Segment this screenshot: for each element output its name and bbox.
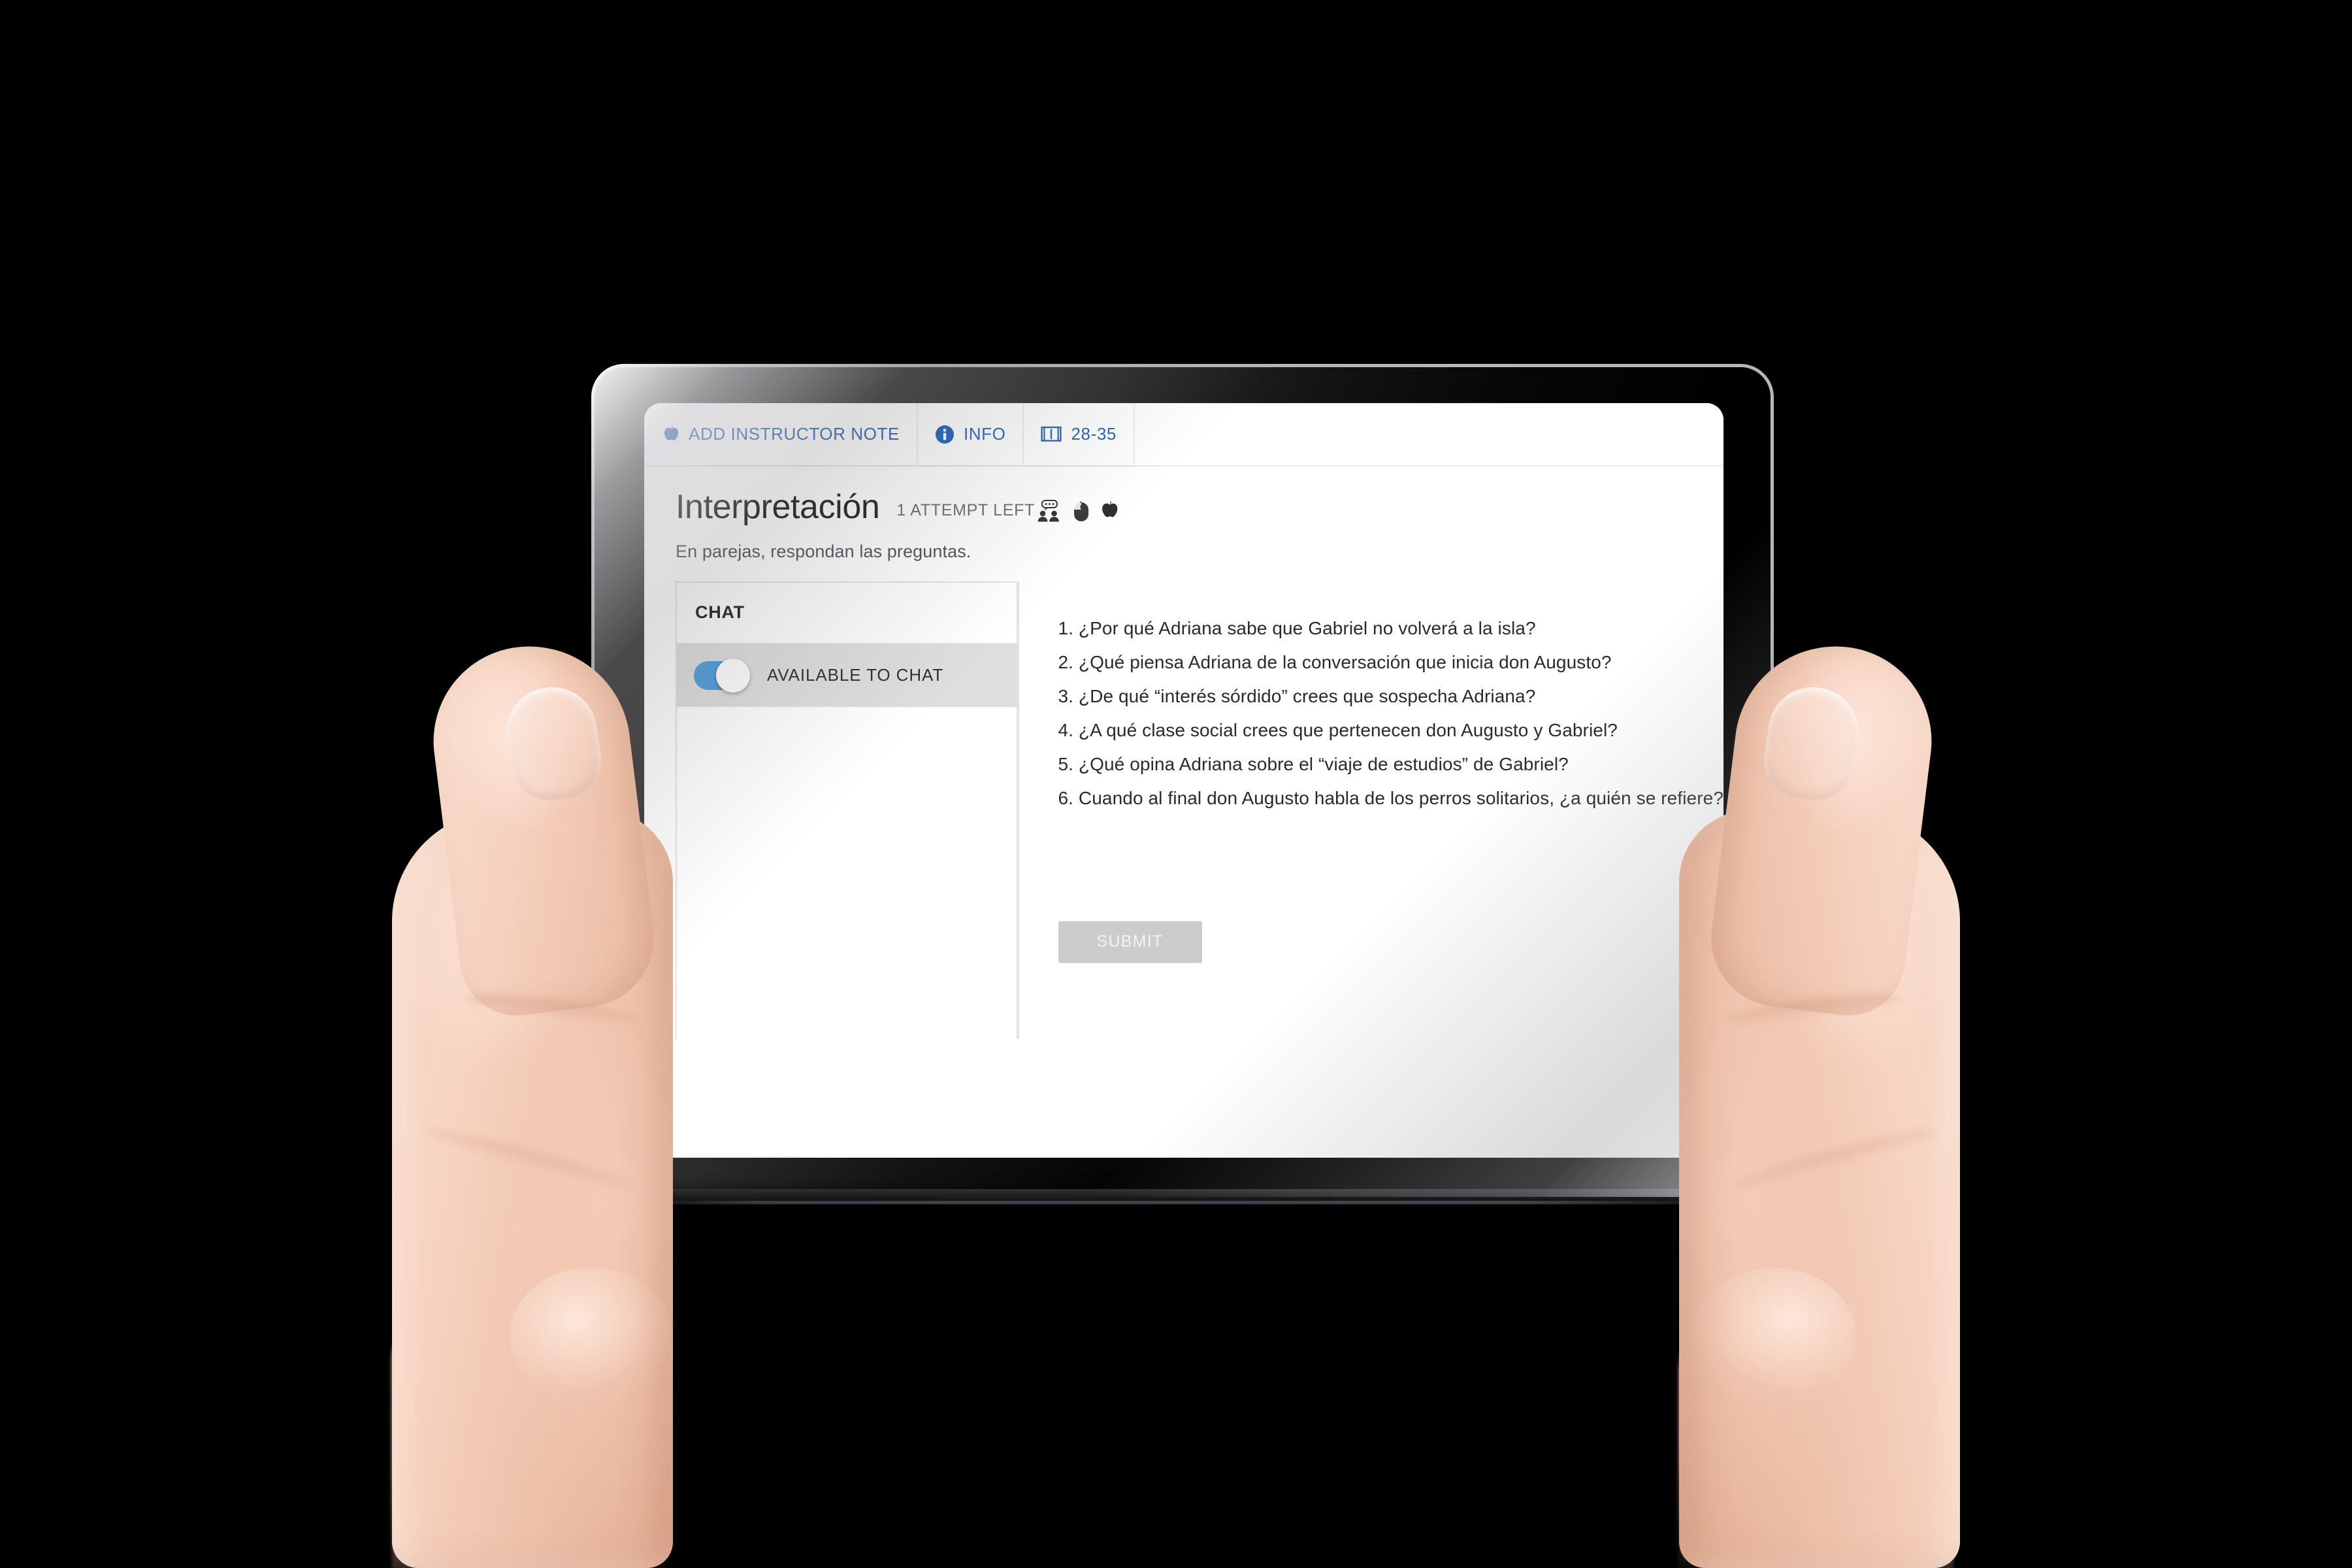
info-label: INFO	[963, 424, 1006, 444]
info-button[interactable]: INFO	[917, 403, 1024, 465]
right-forearm	[1679, 1313, 1953, 1568]
add-instructor-note-button[interactable]: ADD INSTRUCTOR NOTE	[644, 403, 918, 465]
left-forearm	[392, 1313, 666, 1568]
tablet-edge-highlight	[640, 1201, 1731, 1204]
question-item: 4. ¿A qué clase social crees que pertene…	[1058, 719, 1618, 740]
questions-list: 1. ¿Por qué Adriana sabe que Gabriel no …	[1058, 581, 1724, 808]
activity-body: CHAT AVAILABLE TO CHAT 1. ¿Por qué Adria…	[676, 581, 1724, 1040]
question-item: 3. ¿De qué “interés sórdido” crees que s…	[1058, 685, 1536, 706]
available-to-chat-row[interactable]: AVAILABLE TO CHAT	[677, 644, 1017, 707]
open-book-icon	[1041, 425, 1062, 443]
activity-instructions: En parejas, respondan las preguntas.	[676, 541, 972, 561]
question-item: 1. ¿Por qué Adriana sabe que Gabriel no …	[1058, 617, 1536, 638]
toggle-knob	[716, 658, 750, 693]
activity-header: Interpretación 1 ATTEMPT LEFT	[644, 466, 1723, 525]
left-thumbnail	[500, 681, 606, 806]
pair-work-icon	[1036, 499, 1062, 522]
chat-panel: CHAT AVAILABLE TO CHAT	[676, 581, 1018, 1040]
mouse-icon	[1071, 500, 1091, 521]
pages-range-label: 28-35	[1071, 424, 1117, 444]
attempt-meta-group: 1 ATTEMPT LEFT	[896, 499, 1119, 522]
available-to-chat-label: AVAILABLE TO CHAT	[767, 665, 944, 685]
top-toolbar: ADD INSTRUCTOR NOTE INFO 28-35	[644, 403, 1723, 466]
apple-icon	[662, 425, 679, 443]
tablet-device: ADD INSTRUCTOR NOTE INFO 28-35 Interpret…	[591, 364, 1774, 1197]
chat-panel-header: CHAT	[677, 583, 1017, 644]
question-item: 6. Cuando al final don Augusto habla de …	[1058, 787, 1723, 808]
chat-message-area[interactable]	[677, 706, 1017, 1040]
toolbar-empty-space	[1134, 403, 1723, 465]
submit-button[interactable]: SUBMIT	[1058, 921, 1202, 963]
info-circle-icon	[935, 425, 955, 444]
add-instructor-note-label: ADD INSTRUCTOR NOTE	[689, 424, 900, 444]
tablet-screen: ADD INSTRUCTOR NOTE INFO 28-35 Interpret…	[644, 403, 1723, 1158]
pages-range-button[interactable]: 28-35	[1024, 403, 1135, 465]
screenshot-stage: ADD INSTRUCTOR NOTE INFO 28-35 Interpret…	[0, 0, 2352, 1568]
available-to-chat-toggle[interactable]	[694, 658, 750, 693]
apple-icon	[1100, 500, 1119, 521]
question-item: 5. ¿Qué opina Adriana sobre el “viaje de…	[1058, 753, 1569, 774]
attempts-left-label: 1 ATTEMPT LEFT	[896, 501, 1036, 519]
right-thumbnail	[1759, 681, 1865, 806]
question-item: 2. ¿Qué piensa Adriana de la conversació…	[1058, 651, 1612, 672]
page-title: Interpretación	[676, 488, 880, 526]
questions-pane: 1. ¿Por qué Adriana sabe que Gabriel no …	[1019, 581, 1724, 1039]
